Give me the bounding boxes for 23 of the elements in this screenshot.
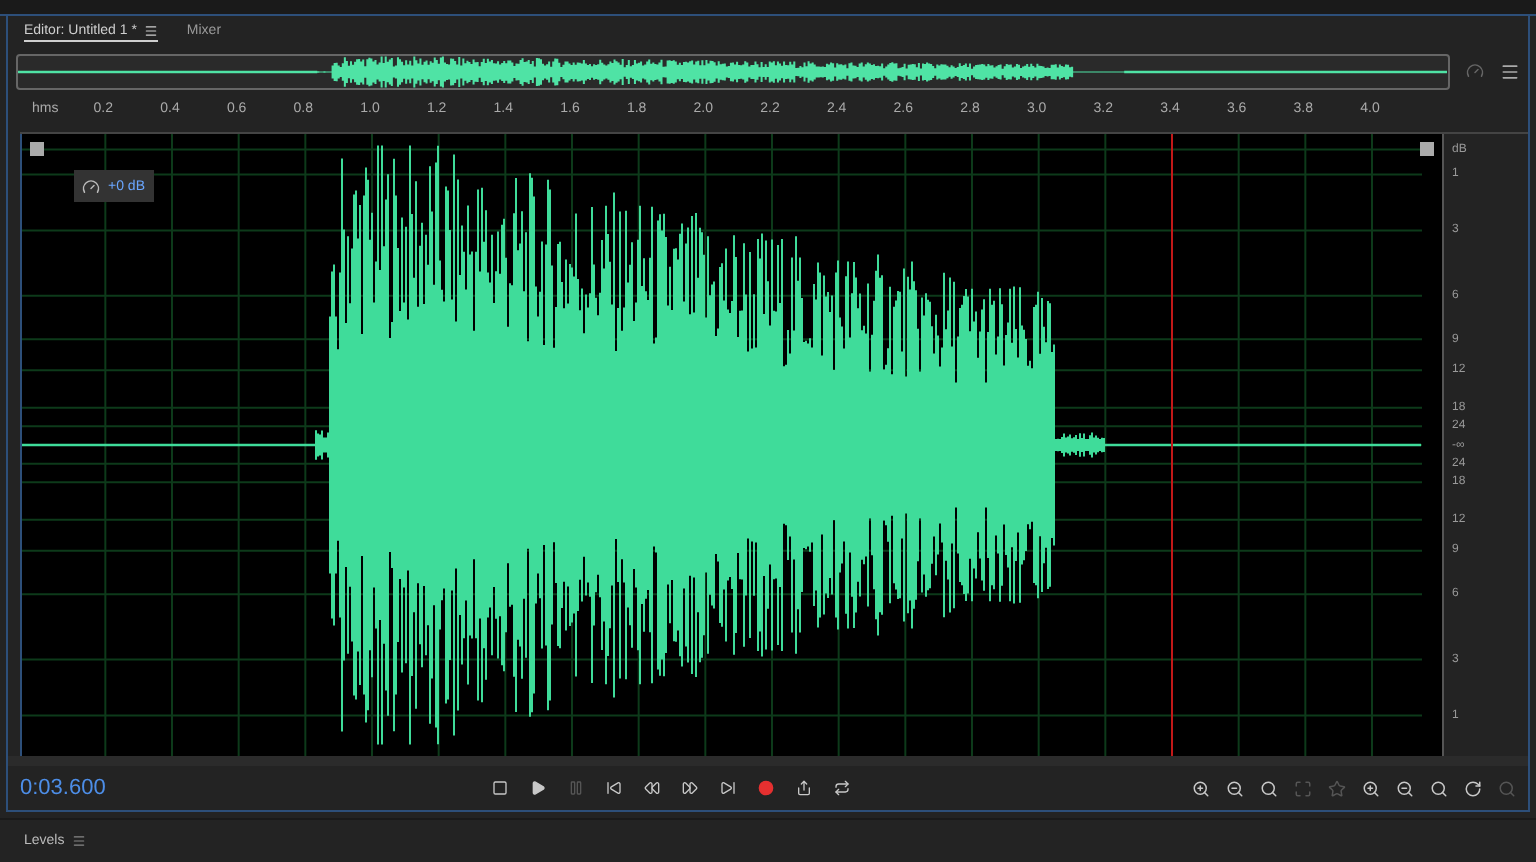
menu-icon[interactable] — [72, 834, 87, 848]
gain-knob-icon[interactable] — [82, 177, 100, 195]
menu-icon[interactable] — [144, 23, 159, 37]
rewind-button[interactable] — [642, 778, 662, 798]
zoom-button[interactable] — [1224, 778, 1244, 798]
zoom-button[interactable] — [1394, 778, 1414, 798]
record-button[interactable] — [756, 778, 776, 798]
zoom-button[interactable] — [1428, 778, 1448, 798]
stop-button[interactable] — [490, 778, 510, 798]
skip-forward-button[interactable] — [718, 778, 738, 798]
menu-icon[interactable] — [1500, 61, 1520, 81]
output-button[interactable] — [794, 778, 814, 798]
play-button[interactable] — [528, 778, 548, 798]
time-display: 0:03.600 — [20, 776, 108, 800]
zoom-button[interactable] — [1258, 778, 1278, 798]
corner-handle-icon[interactable] — [1420, 142, 1434, 156]
zoom-button[interactable] — [1190, 778, 1210, 798]
zoom-button[interactable] — [1360, 778, 1380, 798]
skip-back-button[interactable] — [604, 778, 624, 798]
corner-handle-icon[interactable] — [30, 142, 44, 156]
fast-forward-button[interactable] — [680, 778, 700, 798]
loop-button[interactable] — [832, 778, 852, 798]
overview-waveform[interactable] — [16, 53, 1450, 89]
